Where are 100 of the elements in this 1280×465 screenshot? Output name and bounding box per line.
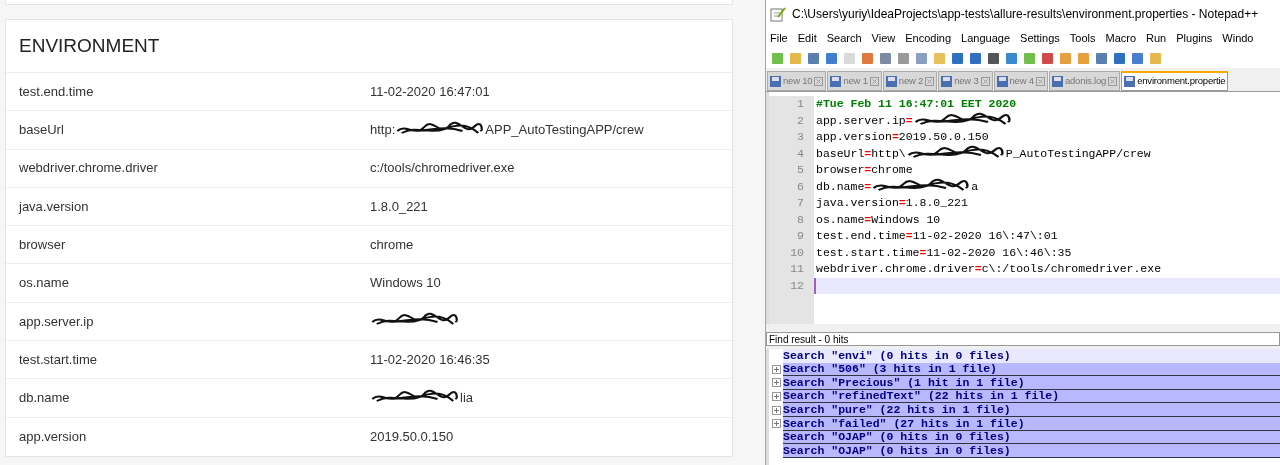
close-icon[interactable] — [1108, 76, 1118, 86]
property-value: http: — [370, 121, 396, 140]
code-text: java.version — [816, 195, 899, 211]
code-text: db.name — [816, 178, 865, 195]
expand-icon[interactable] — [771, 392, 781, 402]
code-text: chrome — [871, 162, 913, 178]
toolbar-icon[interactable] — [986, 50, 1001, 66]
property-name: db.name — [18, 389, 71, 408]
property-name: java.version — [17, 197, 90, 216]
menu-item[interactable]: Settings — [1020, 29, 1060, 47]
code-text: test.start.time — [816, 244, 920, 261]
menu-item[interactable]: File — [770, 29, 788, 47]
code-text: #Tue Feb 11 16:47:01 EET 2020 — [816, 96, 1017, 112]
expand-icon[interactable] — [771, 364, 781, 374]
expand-icon[interactable] — [771, 405, 781, 415]
search-result[interactable]: Search "Precious" (1 hit in 1 file) — [783, 376, 1280, 390]
code-text: = — [898, 195, 906, 211]
code-text: os.name — [816, 211, 865, 228]
line-number: 7 — [796, 195, 804, 211]
code-text: = — [864, 162, 872, 178]
line-number: 6 — [796, 178, 804, 195]
menu-item[interactable]: Macro — [1105, 29, 1137, 47]
menu-item[interactable]: Language — [961, 29, 1011, 47]
code-text: app.server.ip — [816, 112, 906, 129]
close-icon[interactable] — [1035, 76, 1045, 86]
menu-item[interactable]: Tools — [1069, 29, 1096, 47]
property-name: app.server.ip — [18, 312, 95, 331]
panel-title: Find result - 0 hits — [769, 332, 849, 347]
property-value: lia — [460, 389, 473, 408]
line-number: 10 — [789, 244, 804, 261]
menu-item[interactable]: Windo — [1222, 29, 1254, 47]
code-text: baseUrl — [816, 145, 865, 162]
code-text: P_AutoTestingAPP/crew — [1005, 145, 1151, 162]
menu-item[interactable]: View — [871, 29, 896, 47]
close-icon[interactable] — [869, 76, 879, 86]
code-text: browser — [816, 162, 865, 178]
menu-item[interactable]: Edit — [797, 29, 817, 47]
toolbar-icon[interactable] — [878, 50, 893, 66]
code-text: = — [905, 228, 913, 244]
code-text: = — [864, 211, 872, 228]
search-result[interactable]: Search "pure" (22 hits in 1 file) — [783, 403, 1280, 417]
property-value: 11-02-2020 16:47:01 — [370, 82, 490, 101]
property-value: 1.8.0_221 — [370, 197, 428, 216]
line-number: 1 — [796, 96, 804, 112]
code-text: 11-02-2020 16\:46\:35 — [926, 244, 1072, 261]
code-text: = — [864, 178, 872, 195]
line-number: 9 — [796, 228, 804, 244]
code-text: http\ — [871, 145, 906, 162]
code-text: = — [905, 112, 913, 129]
line-number: 3 — [796, 129, 804, 145]
close-icon[interactable] — [980, 76, 990, 86]
card-title: ENVIRONMENT — [19, 33, 160, 58]
menu-item[interactable]: Plugins — [1176, 29, 1213, 47]
toolbar-icon[interactable] — [824, 50, 839, 66]
expand-icon[interactable] — [771, 419, 781, 429]
line-number: 2 — [796, 112, 804, 129]
property-name: webdriver.chrome.driver — [18, 159, 159, 178]
code-text: Windows 10 — [871, 211, 941, 228]
code-text: = — [864, 145, 872, 162]
toolbar-icon[interactable] — [950, 50, 965, 66]
line-number: 11 — [789, 261, 804, 277]
toolbar-icon[interactable] — [1004, 50, 1019, 66]
menu-item[interactable]: Encoding — [905, 29, 952, 47]
property-value: APP_AutoTestingAPP/crew — [485, 121, 644, 140]
property-name: baseUrl — [18, 121, 65, 140]
line-number: 5 — [796, 162, 804, 178]
property-name: browser — [18, 236, 67, 255]
toolbar-icon[interactable] — [1040, 50, 1055, 66]
close-icon[interactable] — [814, 76, 824, 86]
code-text: 11-02-2020 16\:47\:01 — [912, 228, 1058, 244]
close-icon[interactable] — [925, 76, 935, 86]
code-text: 1.8.0_221 — [905, 195, 968, 211]
file-tab[interactable]: environment.propertie — [1121, 71, 1229, 91]
property-name: app.version — [18, 428, 88, 447]
code-text: = — [891, 129, 899, 145]
toolbar-icon[interactable] — [1112, 50, 1127, 66]
line-number: 8 — [796, 211, 804, 228]
menu-item[interactable]: Run — [1146, 29, 1167, 47]
code-text: 2019.50.0.150 — [898, 129, 989, 145]
search-result[interactable]: Search "envi" (0 hits in 0 files) — [783, 349, 1280, 363]
toolbar-icon[interactable] — [968, 50, 983, 66]
property-name: test.end.time — [18, 82, 95, 101]
toolbar-icon[interactable] — [806, 50, 821, 66]
toolbar-icon[interactable] — [1094, 50, 1109, 66]
property-value: Windows 10 — [370, 274, 441, 293]
code-text: = — [974, 261, 982, 277]
code-text: app.version — [816, 129, 892, 145]
code-text: test.end.time — [816, 228, 906, 244]
code-text: a — [971, 178, 979, 195]
toolbar-icon[interactable] — [1130, 50, 1145, 66]
property-value: chrome — [370, 236, 414, 255]
window-title: C:\Users\yuriy\IdeaProjects\app-tests\allure-results\environment.properties - Notepad++ — [792, 6, 1259, 23]
code-text: webdriver.chrome.driver — [816, 261, 975, 277]
menu-item[interactable]: Search — [826, 29, 862, 47]
expand-icon[interactable] — [771, 378, 781, 388]
property-name: os.name — [18, 274, 70, 293]
property-value: c:/tools/chromedriver.exe — [370, 159, 515, 178]
notepad-icon — [770, 6, 786, 22]
search-result[interactable]: Search "OJAP" (0 hits in 0 files) — [783, 444, 1280, 458]
property-name: test.start.time — [18, 350, 99, 369]
